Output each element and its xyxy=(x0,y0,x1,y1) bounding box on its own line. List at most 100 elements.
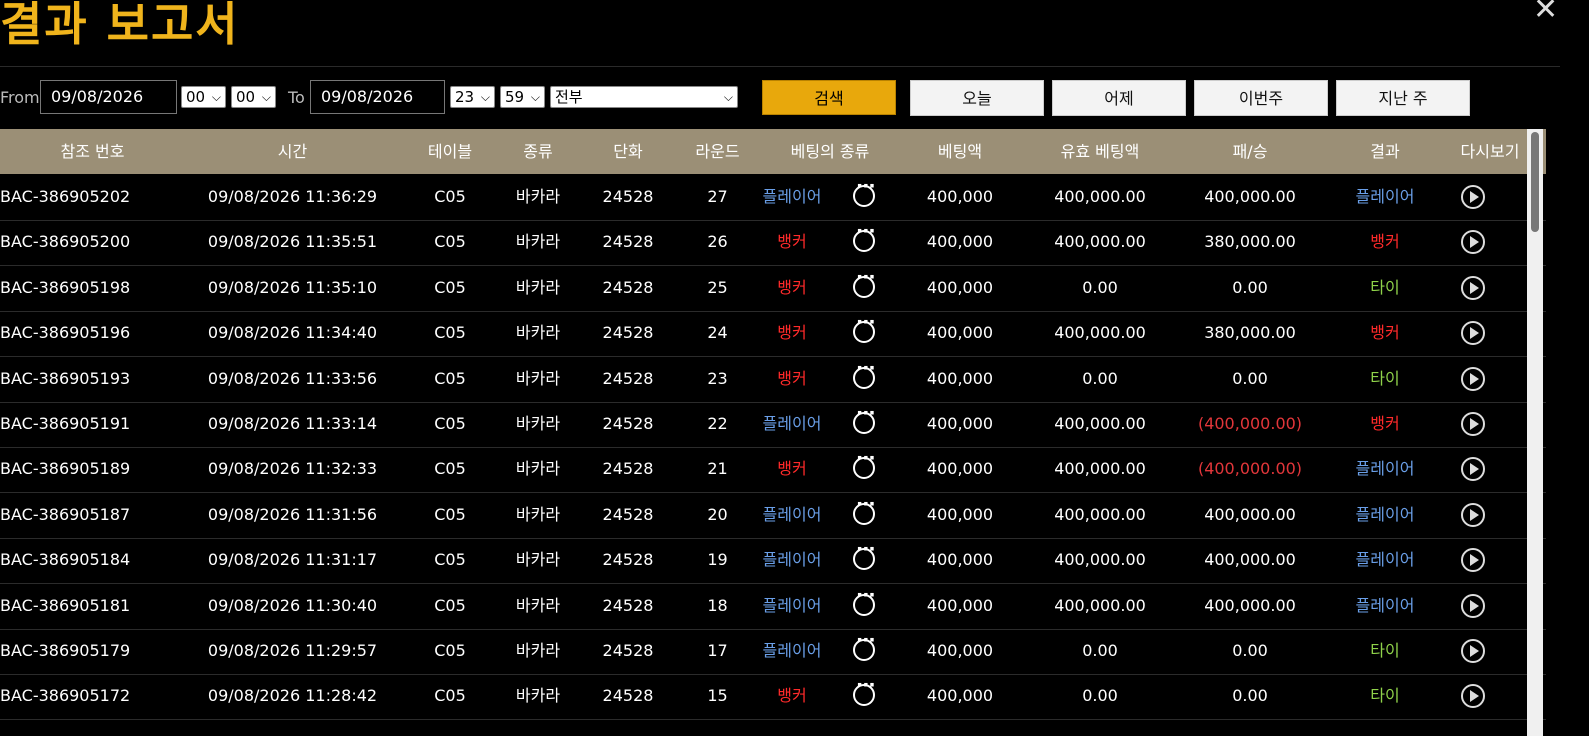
play-replay-icon[interactable] xyxy=(1461,548,1485,573)
cell-bet-amount: 400,000 xyxy=(926,641,994,660)
table-row: BAC-386905191 09/08/2026 11:33:14 C05 바카라 24… xyxy=(0,401,1546,448)
this-week-button[interactable]: 이번주 xyxy=(1194,80,1328,116)
cell-table: C05 xyxy=(434,232,466,252)
cell-win-loss: 380,000.00 xyxy=(1204,323,1296,343)
last-week-button[interactable]: 지난 주 xyxy=(1336,80,1470,116)
header-table: 테이블 xyxy=(427,142,473,161)
cell-time: 09/08/2026 11:36:29 xyxy=(207,187,378,206)
more-options-icon[interactable] xyxy=(853,674,875,707)
cell-win-loss: 0.00 xyxy=(1232,368,1268,388)
play-replay-icon[interactable] xyxy=(1461,502,1485,527)
cell-type: 바카라 xyxy=(515,232,561,252)
cell-result: 뱅커 xyxy=(1370,414,1400,433)
more-options-icon[interactable] xyxy=(853,447,875,480)
cell-valid-bet: 400,000.00 xyxy=(1054,459,1146,479)
chevron-down-icon: ⌵ xyxy=(530,90,540,104)
play-replay-icon[interactable] xyxy=(1461,366,1485,391)
more-options-icon[interactable] xyxy=(853,402,875,434)
search-button[interactable]: 검색 xyxy=(762,80,896,115)
play-replay-icon[interactable] xyxy=(1461,321,1485,346)
cell-ref: BAC-386905184 xyxy=(0,550,131,570)
play-replay-icon[interactable] xyxy=(1461,457,1485,482)
cell-bet-amount: 400,000 xyxy=(926,459,994,479)
cell-result: 뱅커 xyxy=(1370,323,1400,343)
cell-bet-amount: 400,000 xyxy=(926,504,994,524)
cell-bet-amount: 400,000 xyxy=(926,550,994,570)
to-hour-select[interactable]: 23 ⌵ xyxy=(450,86,495,108)
cell-valid-bet: 0.00 xyxy=(1082,686,1118,706)
header-bet-amount: 베팅액 xyxy=(937,142,983,161)
table-row: BAC-386905184 09/08/2026 11:31:17 C05 바카라 24… xyxy=(0,537,1546,585)
cell-bet-type: 뱅커 xyxy=(777,277,807,297)
scrollbar[interactable] xyxy=(1527,129,1543,736)
header-replay: 다시보기 xyxy=(1460,142,1520,161)
page-title: 결과 보고서 xyxy=(0,0,240,51)
cell-shoe: 24528 xyxy=(602,232,654,252)
cell-result: 플레이어 xyxy=(1355,459,1415,479)
from-hour-value: 00 xyxy=(186,88,206,106)
cell-table: C05 xyxy=(434,459,466,479)
header-valid-bet: 유효 베팅액 xyxy=(1060,142,1140,161)
today-button[interactable]: 오늘 xyxy=(910,80,1044,116)
play-replay-icon[interactable] xyxy=(1461,230,1485,255)
play-replay-icon[interactable] xyxy=(1461,639,1485,663)
from-minute-select[interactable]: 00 ⌵ xyxy=(231,86,276,108)
more-options-icon[interactable] xyxy=(853,357,875,389)
more-options-icon[interactable] xyxy=(853,266,875,298)
cell-table: C05 xyxy=(434,641,466,660)
cell-bet-type: 뱅커 xyxy=(777,368,807,388)
more-options-icon[interactable] xyxy=(853,538,875,571)
cell-table: C05 xyxy=(434,504,466,524)
to-minute-value: 59 xyxy=(505,88,525,106)
play-replay-icon[interactable] xyxy=(1461,185,1485,209)
table-row: BAC-386905189 09/08/2026 11:32:33 C05 바카라 24… xyxy=(0,446,1546,494)
cell-bet-type: 뱅커 xyxy=(777,686,807,706)
cell-bet-type: 뱅커 xyxy=(777,323,807,343)
cell-table: C05 xyxy=(434,414,466,433)
header-round: 라운드 xyxy=(695,142,740,161)
play-replay-icon[interactable] xyxy=(1461,412,1485,436)
yesterday-button[interactable]: 어제 xyxy=(1052,80,1186,116)
cell-win-loss: 400,000.00 xyxy=(1204,504,1296,524)
to-date-input[interactable]: 09/08/2026 xyxy=(310,80,445,114)
scroll-thumb[interactable] xyxy=(1531,132,1539,232)
more-options-icon[interactable] xyxy=(853,311,875,344)
play-replay-icon[interactable] xyxy=(1461,593,1485,618)
play-replay-icon[interactable] xyxy=(1461,684,1485,709)
type-select[interactable]: 전부 ⌵ xyxy=(550,86,738,108)
more-options-icon[interactable] xyxy=(853,175,875,207)
cell-table: C05 xyxy=(434,323,466,343)
cell-ref: BAC-386905179 xyxy=(0,641,131,660)
chevron-down-icon: ⌵ xyxy=(480,90,490,104)
cell-ref: BAC-386905200 xyxy=(0,232,131,252)
more-options-icon[interactable] xyxy=(853,629,875,661)
from-hour-select[interactable]: 00 ⌵ xyxy=(181,86,226,108)
cell-valid-bet: 0.00 xyxy=(1082,641,1118,660)
filter-bar: From 09/08/2026 00 ⌵ 00 ⌵ To 09/08/2026 23… xyxy=(0,80,1589,116)
header-win-loss: 패/승 xyxy=(1232,142,1268,161)
cell-bet-amount: 400,000 xyxy=(926,686,994,706)
more-options-icon[interactable] xyxy=(853,220,875,253)
cell-table: C05 xyxy=(434,277,466,297)
from-date-input[interactable]: 09/08/2026 xyxy=(40,80,177,114)
cell-table: C05 xyxy=(434,595,466,615)
play-replay-icon[interactable] xyxy=(1461,275,1485,300)
cell-type: 바카라 xyxy=(515,550,561,570)
close-icon[interactable]: ✕ xyxy=(1533,0,1558,25)
cell-type: 바카라 xyxy=(515,277,561,297)
cell-win-loss: 380,000.00 xyxy=(1204,232,1296,252)
cell-ref: BAC-386905187 xyxy=(0,504,131,524)
cell-bet-type: 플레이어 xyxy=(762,504,822,524)
to-minute-select[interactable]: 59 ⌵ xyxy=(500,86,545,108)
cell-shoe: 24528 xyxy=(602,595,654,615)
more-options-icon[interactable] xyxy=(853,493,875,525)
more-options-icon[interactable] xyxy=(853,584,875,616)
cell-shoe: 24528 xyxy=(602,277,654,297)
cell-win-loss: (400,000.00) xyxy=(1197,459,1303,479)
results-table: 참조 번호 시간 테이블 종류 단화 라운드 베팅의 종류 베팅액 유효 베팅액… xyxy=(0,129,1546,736)
cell-table: C05 xyxy=(434,550,466,570)
table-row: BAC-386905179 09/08/2026 11:29:57 C05 바카라 24… xyxy=(0,628,1546,675)
cell-ref: BAC-386905198 xyxy=(0,277,131,297)
cell-type: 바카라 xyxy=(515,595,561,615)
table-row: BAC-386905187 09/08/2026 11:31:56 C05 바카라 24… xyxy=(0,492,1546,539)
